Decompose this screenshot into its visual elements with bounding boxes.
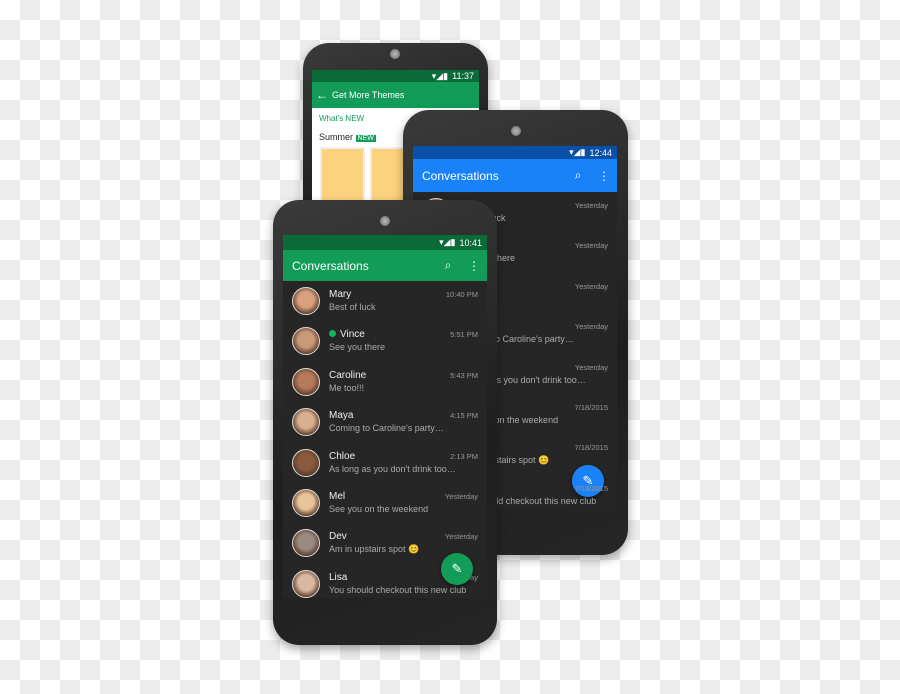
message-time: Yesterday xyxy=(574,201,608,210)
name-text: Mary xyxy=(329,289,352,300)
theme-label: Summer NEW xyxy=(319,132,376,142)
online-indicator xyxy=(329,330,336,338)
status-time: 11:37 xyxy=(452,71,474,81)
name-text: Maya xyxy=(329,410,354,422)
pencil-icon: ✎ xyxy=(451,561,463,576)
search-icon[interactable]: ⌕ xyxy=(565,168,591,183)
section-heading: What's NEW xyxy=(319,114,365,123)
toolbar-title: Get More Themes xyxy=(332,90,405,100)
message-time: 5:43 PM xyxy=(450,370,478,380)
name-text: Caroline xyxy=(329,369,367,381)
status-bar: ▾◢▮ 10:41 xyxy=(283,235,487,250)
wifi-icon: ▾◢▮ xyxy=(439,237,456,247)
message-time: 7/18/2015 xyxy=(574,443,608,453)
message-preview: Best of luck xyxy=(329,302,376,312)
name-text: Dev xyxy=(329,531,347,543)
message-time: 2:13 PM xyxy=(450,451,478,461)
theme-name: Summer xyxy=(319,132,354,142)
conversations-screen: ▾◢▮ 10:41 Conversations ⌕ ⋮ ✎ Mary Best o… xyxy=(283,235,487,598)
message-preview: You should checkout this new club xyxy=(329,584,467,595)
contact-name: Mary xyxy=(329,289,351,300)
conversation-row[interactable]: Vince See you there 5:51 PM xyxy=(283,321,487,361)
conversation-row[interactable]: Maya Coming to Caroline's party… 4:15 PM xyxy=(283,402,487,442)
avatar xyxy=(292,287,320,315)
conversation-row[interactable]: Mary Best of luck 10:40 PM xyxy=(283,281,487,321)
contact-name: Chloe xyxy=(329,451,355,462)
message-time: 7/18/2015 xyxy=(574,403,608,412)
wifi-icon: ▾◢▮ xyxy=(431,70,449,81)
avatar xyxy=(292,569,320,598)
contact-name: Mel xyxy=(329,491,345,502)
avatar xyxy=(292,327,320,356)
name-text: Vince xyxy=(340,329,365,341)
more-vert-icon[interactable]: ⋮ xyxy=(591,169,617,183)
message-time: 10:40 PM xyxy=(445,290,478,299)
new-badge: NEW xyxy=(355,135,376,142)
contact-name: Vince xyxy=(329,329,365,340)
avatar xyxy=(292,529,320,558)
arrow-left-icon[interactable]: ← xyxy=(312,88,332,102)
message-preview: See you on the weekend xyxy=(329,504,429,514)
message-time: Yesterday xyxy=(444,532,478,542)
contact-name: Caroline xyxy=(329,370,366,381)
name-text: Mel xyxy=(329,491,346,502)
message-time: Yesterday xyxy=(444,492,478,501)
message-time: Yesterday xyxy=(574,281,608,291)
status-bar: ▾◢▮ 11:37 xyxy=(312,70,479,82)
compose-button[interactable]: ✎ xyxy=(441,553,473,585)
front-phone: ▾◢▮ 10:41 Conversations ⌕ ⋮ ✎ Mary Best o… xyxy=(273,200,497,645)
status-bar: ▾◢▮ 12:44 xyxy=(413,146,617,159)
message-time: 7/18/2015 xyxy=(574,483,608,493)
status-time: 12:44 xyxy=(589,147,612,158)
name-text: Lisa xyxy=(329,571,348,583)
message-preview: As long as you don't drink too… xyxy=(329,463,456,474)
message-time: Yesterday xyxy=(574,322,608,332)
message-preview: Am in upstairs spot 😊 xyxy=(329,544,420,555)
wifi-icon: ▾◢▮ xyxy=(569,147,586,157)
message-preview: Coming to Caroline's party… xyxy=(329,423,444,434)
message-preview: See you there xyxy=(329,342,386,353)
message-time: Yesterday xyxy=(574,241,608,251)
toolbar: ← Get More Themes xyxy=(312,82,479,108)
avatar xyxy=(292,367,320,396)
toolbar: Conversations ⌕ ⋮ xyxy=(283,250,487,281)
conversation-row[interactable]: Mel See you on the weekend Yesterday xyxy=(283,483,487,523)
toolbar: Conversations ⌕ ⋮ xyxy=(413,159,617,192)
message-time: 4:15 PM xyxy=(450,411,478,421)
avatar xyxy=(292,408,320,437)
avatar xyxy=(292,489,320,517)
camera-icon xyxy=(511,126,521,136)
message-preview: Me too!!! xyxy=(329,382,365,393)
conversation-row[interactable]: Chloe As long as you don't drink too… 2:… xyxy=(283,443,487,483)
status-time: 10:41 xyxy=(459,237,482,248)
more-vert-icon[interactable]: ⋮ xyxy=(461,259,487,273)
contact-name: Lisa xyxy=(329,572,347,583)
toolbar-title: Conversations xyxy=(422,168,499,183)
camera-icon xyxy=(380,216,390,226)
toolbar-title: Conversations xyxy=(292,258,369,273)
search-icon[interactable]: ⌕ xyxy=(435,258,461,273)
theme-thumbnail[interactable] xyxy=(320,147,365,207)
contact-name: Maya xyxy=(329,410,353,421)
avatar xyxy=(292,448,320,477)
contact-name: Dev xyxy=(329,531,347,542)
conversation-row[interactable]: Caroline Me too!!! 5:43 PM xyxy=(283,362,487,402)
name-text: Chloe xyxy=(329,450,356,462)
message-time: 5:51 PM xyxy=(450,330,478,340)
camera-icon xyxy=(390,49,400,59)
message-time: Yesterday xyxy=(574,362,608,372)
